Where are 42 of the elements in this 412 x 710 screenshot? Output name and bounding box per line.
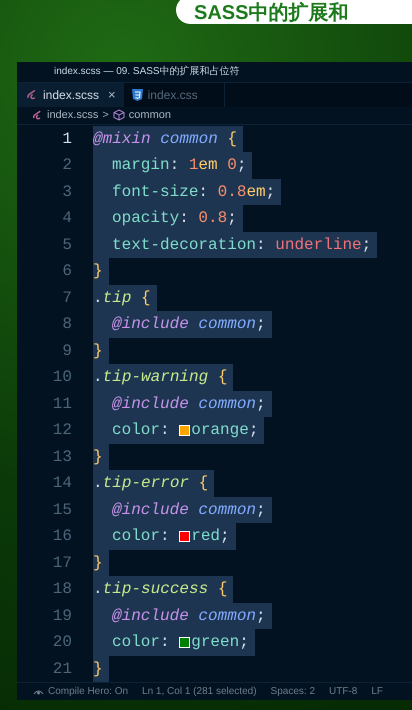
line-number: 21 xyxy=(52,658,72,680)
line-number: 6 xyxy=(61,261,72,282)
line-number: 8 xyxy=(61,314,72,336)
status-item[interactable]: Ln 1, Col 1 (281 selected) xyxy=(142,684,257,700)
line-number: 13 xyxy=(52,446,72,468)
line-number: 16 xyxy=(52,526,72,548)
color-swatch[interactable] xyxy=(179,636,190,648)
editor-tab[interactable]: index.css xyxy=(124,82,225,107)
banner-title: SASS中的扩展和 xyxy=(194,2,348,24)
line-number: 10 xyxy=(52,367,72,388)
color-swatch[interactable] xyxy=(179,530,190,542)
line-number: 4 xyxy=(61,208,72,230)
line-number: 9 xyxy=(61,340,72,362)
breadcrumb-item[interactable]: common xyxy=(128,106,171,124)
breadcrumb-item[interactable]: index.scss xyxy=(47,106,98,124)
status-item[interactable]: LF xyxy=(371,684,384,700)
sass-icon xyxy=(31,109,43,122)
line-number: 17 xyxy=(52,552,72,574)
line-number: 18 xyxy=(52,579,72,600)
eye-icon xyxy=(33,688,44,696)
status-item[interactable]: Spaces: 2 xyxy=(270,684,316,700)
line-number: 7 xyxy=(61,288,72,309)
line-number: 15 xyxy=(52,500,72,521)
sass-icon xyxy=(25,88,38,102)
line-number: 20 xyxy=(52,632,72,654)
line-number: 2 xyxy=(61,155,72,176)
color-swatch[interactable] xyxy=(179,424,190,436)
line-number: 14 xyxy=(52,473,72,494)
close-icon[interactable]: × xyxy=(108,84,116,104)
line-number: 19 xyxy=(52,606,72,627)
line-number: 11 xyxy=(52,394,72,415)
editor-tab[interactable]: index.scss × xyxy=(17,82,124,107)
css-icon xyxy=(132,88,143,101)
status-item[interactable]: Compile Hero: On xyxy=(48,684,128,700)
line-number: 12 xyxy=(52,420,72,442)
status-item[interactable]: UTF-8 xyxy=(329,684,358,700)
line-number: 3 xyxy=(61,182,72,203)
cube-icon xyxy=(112,109,125,122)
breadcrumb-separator: > xyxy=(102,108,109,123)
line-number: 1 xyxy=(61,128,72,150)
window-title: index.scss — 09. SASS中的扩展和占位符 xyxy=(54,64,240,80)
line-number: 5 xyxy=(61,234,72,256)
